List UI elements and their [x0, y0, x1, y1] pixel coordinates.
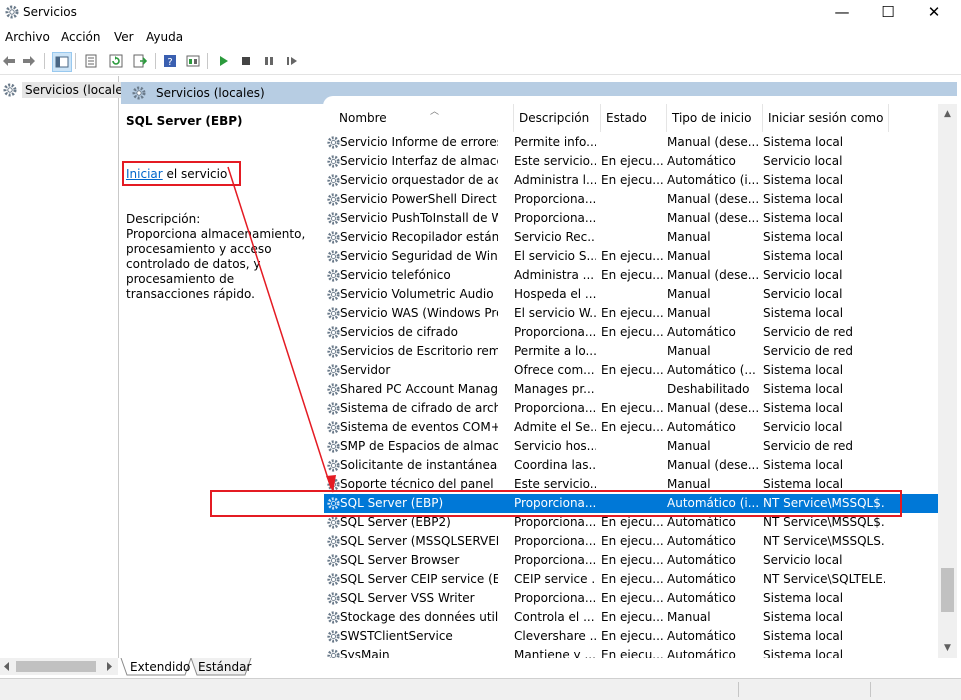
services-vertical-scrollbar[interactable]: ▲ ▼ [938, 104, 957, 658]
scroll-up-icon[interactable]: ▲ [938, 104, 957, 124]
view-tabs: Extendido Estándar [119, 658, 961, 678]
scroll-down-icon[interactable]: ▼ [938, 638, 957, 658]
annotation-arrow [227, 166, 336, 493]
tab-estandar[interactable]: Estándar [191, 658, 251, 676]
status-bar [0, 678, 961, 700]
scrollbar-thumb[interactable] [941, 568, 954, 612]
tab-extendido[interactable]: Extendido [119, 658, 191, 676]
